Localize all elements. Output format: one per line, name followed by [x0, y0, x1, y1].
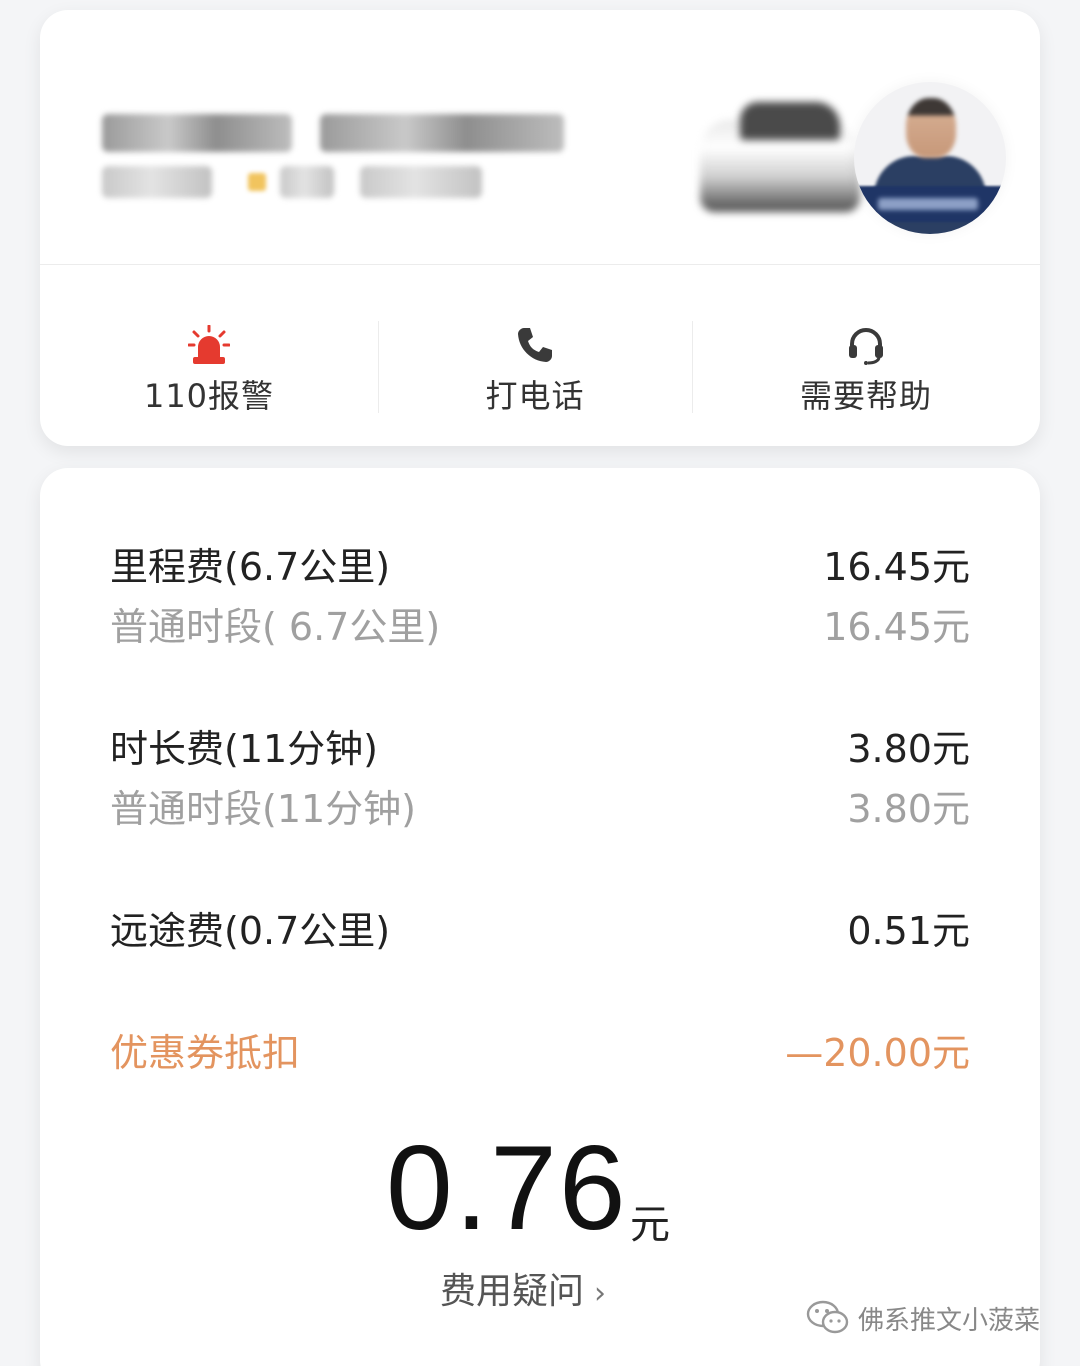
driver-card: 110报警 打电话 需要帮助 — [40, 10, 1040, 446]
total-unit: 元 — [630, 1202, 670, 1248]
need-help-label: 需要帮助 — [799, 377, 933, 415]
total-amount: 0.76 — [386, 1121, 628, 1255]
call-driver-button[interactable]: 打电话 — [378, 265, 692, 446]
need-help-button[interactable]: 需要帮助 — [692, 265, 1040, 446]
fee-detail-card: 里程费(6.7公里) 16.45元 普通时段( 6.7公里) 16.45元 时长… — [40, 468, 1040, 1366]
trip-fee-page: 110报警 打电话 需要帮助 里程费(6.7公里) 16.45元 普通时段(6… — [0, 0, 1080, 1366]
fee-name: 普通时段(11分钟) — [110, 787, 417, 831]
car-photo — [694, 90, 864, 230]
driver-plate-model-blurred — [102, 114, 564, 152]
fee-amount: 16.45元 — [823, 545, 970, 589]
fee-name: 普通时段( 6.7公里) — [110, 605, 441, 649]
fee-name: 远途费(0.7公里) — [110, 909, 391, 953]
watermark: 佛系推文小菠菜 — [806, 1298, 1040, 1338]
coupon-deduction-row: 优惠券抵扣 —20.00元 — [110, 1022, 970, 1075]
coupon-name: 优惠券抵扣 — [110, 1031, 301, 1075]
duration-fee-row: 时长费(11分钟) 3.80元 — [110, 718, 970, 771]
mileage-normal-period-row: 普通时段( 6.7公里) 16.45元 — [110, 596, 970, 649]
call-driver-label: 打电话 — [485, 377, 585, 415]
watermark-text: 佛系推文小菠菜 — [858, 1305, 1041, 1336]
rating-star-icon — [248, 173, 266, 191]
driver-info[interactable] — [40, 10, 1040, 264]
wechat-icon — [806, 1300, 849, 1334]
mileage-fee-row: 里程费(6.7公里) 16.45元 — [110, 536, 970, 589]
fee-name: 时长费(11分钟) — [110, 727, 379, 771]
driver-avatar[interactable] — [854, 82, 1006, 234]
fee-amount: 16.45元 — [823, 605, 970, 649]
driver-actions: 110报警 打电话 需要帮助 — [40, 265, 1040, 446]
police-110-button[interactable]: 110报警 — [80, 265, 338, 446]
fee-amount: 3.80元 — [847, 787, 970, 831]
alarm-siren-icon — [188, 325, 230, 364]
driver-name-rating-blurred — [102, 166, 482, 198]
chevron-right-icon: › — [594, 1276, 607, 1311]
coupon-amount: —20.00元 — [785, 1031, 970, 1075]
fee-amount: 0.51元 — [847, 909, 970, 953]
duration-normal-period-row: 普通时段(11分钟) 3.80元 — [110, 778, 970, 831]
phone-icon — [518, 328, 552, 362]
fee-question-label: 费用疑问 — [440, 1271, 585, 1312]
headset-icon — [849, 328, 883, 365]
fee-name: 里程费(6.7公里) — [110, 545, 391, 589]
long-distance-fee-row: 远途费(0.7公里) 0.51元 — [110, 900, 970, 953]
fee-amount: 3.80元 — [847, 727, 970, 771]
police-110-label: 110报警 — [143, 377, 275, 415]
fee-question-link[interactable]: 费用疑问 › — [440, 1262, 606, 1314]
